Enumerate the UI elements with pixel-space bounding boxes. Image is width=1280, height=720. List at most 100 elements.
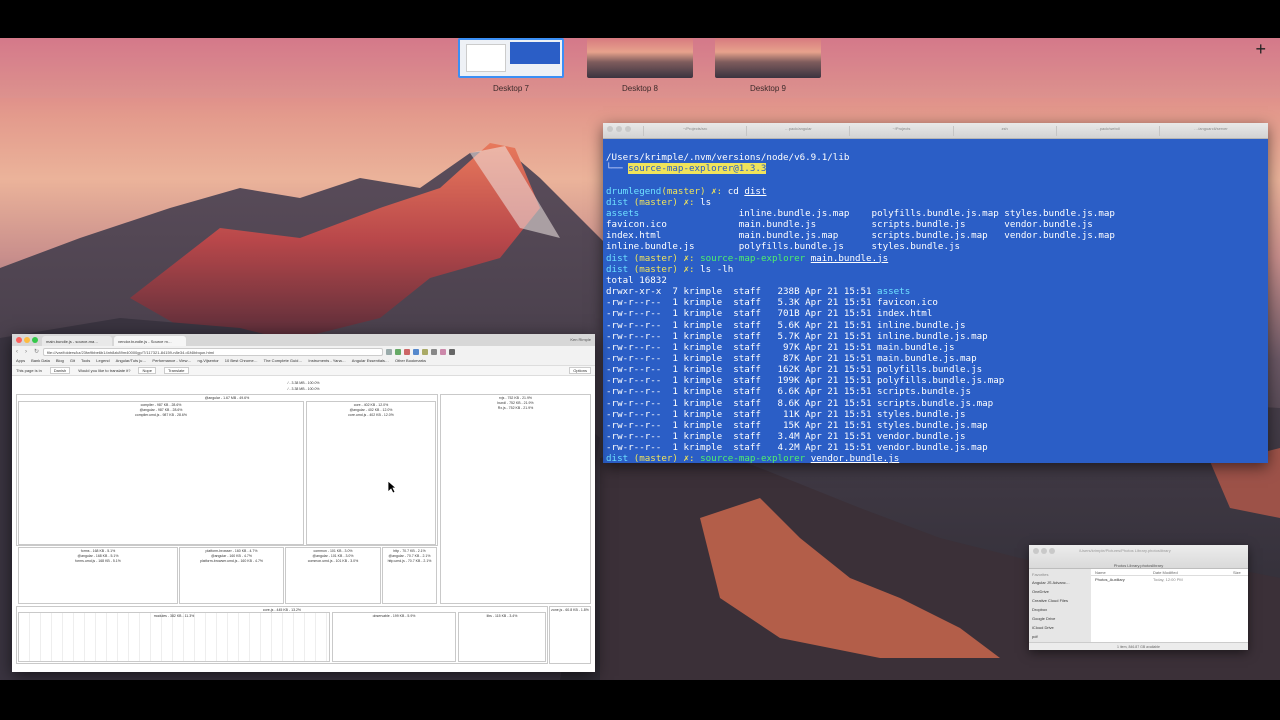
bookmark-item[interactable]: Blog	[56, 358, 64, 364]
bookmark-item[interactable]: Apps	[16, 358, 25, 364]
zoom-icon[interactable]	[32, 337, 38, 343]
browser-tab-active[interactable]: vendor.bundle.js - Source m…	[114, 336, 186, 346]
bookmark-item[interactable]: 10 Best Chrome…	[225, 358, 258, 364]
space-thumbnail[interactable]	[458, 38, 564, 78]
bookmark-item[interactable]: Angular Essentials…	[352, 358, 389, 364]
extension-icon[interactable]	[422, 348, 428, 355]
lslh-row: -rw-r--r-- 1 krimple staff 701B Apr 21 1…	[606, 308, 1265, 319]
terminal-command: ls	[700, 196, 712, 208]
space-desktop-9[interactable]: Desktop 9	[715, 38, 821, 93]
tab-terminal[interactable]: …pack/webdl	[1055, 126, 1159, 136]
bookmark-item[interactable]: Bank Data	[31, 358, 50, 364]
sidebar-item[interactable]: Dropbox	[1032, 605, 1088, 614]
treemap-node[interactable]: http - 70.7 KB - 2.1% @angular - 70.7 KB…	[382, 547, 437, 604]
tab-terminal[interactable]: …pack/angular	[746, 126, 849, 136]
file-row[interactable]: Photos_Auxiliary Today, 12:00 PM	[1091, 576, 1248, 584]
extension-icon[interactable]	[395, 348, 401, 355]
terminal-command: ls -lh	[700, 263, 734, 275]
plus-icon[interactable]: +	[1255, 40, 1266, 58]
lslh-meta: -rw-r--r-- 1 krimple staff 5.7K Apr 21 1…	[606, 330, 878, 342]
close-icon[interactable]	[607, 126, 613, 132]
extension-icon[interactable]	[431, 348, 437, 355]
treemap-node[interactable]: forms - 168 KB - 5.1% @angular - 168 KB …	[18, 547, 178, 604]
profile-name[interactable]: Ken Rimple	[570, 337, 591, 342]
sidebar-item[interactable]: Google Drive	[1032, 614, 1088, 623]
terminal-command: vendor.bundle.js	[810, 453, 900, 463]
bookmark-item[interactable]: Performance - View…	[152, 358, 191, 364]
bookmark-item[interactable]: Legend	[96, 358, 109, 364]
back-icon[interactable]: ‹	[16, 349, 22, 355]
finder-window[interactable]: /Users/krimple/Pictures/Photos Library.p…	[1029, 545, 1248, 650]
prompt-branch: (master)	[633, 453, 678, 463]
zoom-icon[interactable]	[625, 126, 631, 132]
treemap-root-label[interactable]: / - 3.38 MB - 100.0%	[16, 387, 591, 391]
sidebar-item[interactable]: Angular JS Advanc…	[1032, 578, 1088, 587]
browser-tab[interactable]: main.bundle.js - source-ma…	[42, 336, 112, 346]
treemap-root-label[interactable]: / - 3.38 MB - 100.0%	[16, 381, 591, 385]
bookmark-item[interactable]: Tools	[81, 358, 90, 364]
treemap-node[interactable]: modules - 382 KB - 11.3%	[18, 612, 330, 662]
extension-icon[interactable]	[404, 348, 410, 355]
forward-icon[interactable]: ›	[25, 349, 31, 355]
close-icon[interactable]	[1033, 548, 1039, 554]
sidebar-item[interactable]: OneDrive	[1032, 587, 1088, 596]
minimize-icon[interactable]	[616, 126, 622, 132]
bookmark-item[interactable]: The Complete Guid…	[264, 358, 303, 364]
bookmark-item[interactable]: Angular/Tuts ju…	[116, 358, 147, 364]
treemap-node[interactable]: libs - 115 KB - 3.4%	[458, 612, 546, 662]
sidebar-item[interactable]: pdf	[1032, 632, 1088, 641]
treemap[interactable]: / - 3.38 MB - 100.0% / - 3.38 MB - 100.0…	[16, 381, 591, 666]
extension-icon[interactable]	[413, 348, 419, 355]
menu-icon[interactable]	[449, 348, 455, 355]
treemap-node[interactable]: common - 101 KB - 3.0% @angular - 101 KB…	[285, 547, 381, 604]
terminal-window[interactable]: ~/Projects/src …pack/angular ~/Projects …	[603, 123, 1268, 463]
column-date[interactable]: Date Modified	[1153, 569, 1233, 575]
finder-titlebar[interactable]: /Users/krimple/Pictures/Photos Library.p…	[1029, 545, 1248, 569]
extension-icon[interactable]	[386, 348, 392, 355]
close-icon[interactable]	[16, 337, 22, 343]
space-thumbnail[interactable]	[715, 38, 821, 78]
browser-window[interactable]: main.bundle.js - source-ma… vendor.bundl…	[12, 334, 595, 672]
zoom-icon[interactable]	[1049, 548, 1055, 554]
space-desktop-8[interactable]: Desktop 8	[587, 38, 693, 93]
bookmark-item[interactable]: Instruments - Yana…	[308, 358, 345, 364]
treemap-label: common.umd.js - 101 KB - 3.0%	[307, 559, 359, 563]
tab-terminal[interactable]: ~/Projects/src	[643, 126, 746, 136]
treemap-node[interactable]: rxjs - 752 KB - 21.9% bundl - 752 KB - 2…	[440, 394, 591, 604]
treemap-label: @angular - 987 KB - 28.6%	[139, 408, 183, 412]
treemap-label: @angular - 1.67 MB - 49.6%	[204, 396, 250, 400]
treemap-label: observable - 199 KB - 5.9%	[372, 614, 416, 618]
tab-terminal[interactable]: zsh	[952, 126, 1056, 136]
bookmark-item[interactable]: ng-Vijsentor	[197, 358, 218, 364]
treemap-node[interactable]: zone.js - 60.8 KB - 1.8%	[549, 606, 591, 664]
bookmark-item[interactable]: Other Bookmarks	[395, 358, 426, 364]
space-thumbnail[interactable]	[587, 38, 693, 78]
tab-terminal[interactable]: ~/Projects	[849, 126, 952, 136]
terminal-titlebar[interactable]: ~/Projects/src …pack/angular ~/Projects …	[603, 123, 1268, 139]
column-name[interactable]: Name	[1091, 569, 1153, 575]
bookmark-item[interactable]: Git	[70, 358, 75, 364]
prompt-dir: dist	[606, 453, 629, 463]
treemap-node[interactable]: compiler - 987 KB - 28.6% @angular - 987…	[18, 401, 304, 545]
extension-icon[interactable]	[440, 348, 446, 355]
sidebar-item[interactable]: Creative Cloud Files	[1032, 596, 1088, 605]
column-size[interactable]: Size	[1233, 569, 1241, 575]
space-desktop-7[interactable]: Desktop 7	[458, 38, 564, 93]
finder-file-list[interactable]: Name Date Modified Size Photos_Auxiliary…	[1091, 569, 1248, 642]
treemap-node[interactable]: platform-browser - 160 KB - 4.7% @angula…	[179, 547, 284, 604]
sidebar-item[interactable]: iCloud Drive	[1032, 623, 1088, 632]
treemap-node[interactable]: core - 402 KB - 12.0% @angular - 402 KB …	[306, 401, 436, 545]
terminal-output[interactable]: /Users/krimple/.nvm/versions/node/v6.9.1…	[603, 139, 1268, 463]
nope-button[interactable]: Nope	[138, 367, 156, 374]
reload-icon[interactable]: ↻	[34, 349, 40, 355]
options-button[interactable]: Options	[569, 367, 591, 374]
translate-button[interactable]: Translate	[164, 367, 189, 374]
terminal-line: total 16832	[606, 275, 1265, 286]
minimize-icon[interactable]	[1041, 548, 1047, 554]
language-select[interactable]: Danish	[49, 367, 71, 374]
ls-row: favicon.ico main.bundle.js scripts.bundl…	[606, 219, 1265, 230]
treemap-node[interactable]: observable - 199 KB - 5.9%	[332, 612, 456, 662]
address-bar[interactable]: file:///var/folders/kz/23fw9bbe6b14nh8zk…	[43, 347, 383, 356]
minimize-icon[interactable]	[24, 337, 30, 343]
tab-terminal[interactable]: …/anguarcli/server	[1158, 126, 1262, 136]
